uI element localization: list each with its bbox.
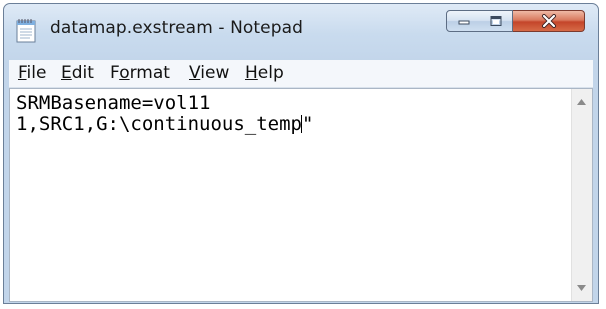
scroll-down-arrow-icon[interactable] xyxy=(577,285,586,291)
text-line-2: 1,SRC1,G:\continuous_temp" xyxy=(16,113,314,135)
notepad-window: datamap.exstream - Notepad File Edit For… xyxy=(3,3,599,304)
menu-bar: File Edit Format View Help xyxy=(9,60,593,88)
window-title: datamap.exstream - Notepad xyxy=(50,18,304,38)
scroll-up-arrow-icon[interactable] xyxy=(577,99,586,105)
maximize-icon xyxy=(490,16,502,26)
menu-view[interactable]: View xyxy=(189,63,229,83)
text-line-1: SRMBasename=vol11 xyxy=(16,92,211,114)
minimize-button[interactable] xyxy=(446,10,481,32)
menu-file[interactable]: File xyxy=(18,63,46,83)
text-editor[interactable]: SRMBasename=vol11 1,SRC1,G:\continuous_t… xyxy=(9,88,593,302)
close-icon xyxy=(541,14,556,28)
menu-format[interactable]: Format xyxy=(110,63,170,83)
menu-edit[interactable]: Edit xyxy=(61,63,94,83)
editor-text[interactable]: SRMBasename=vol11 1,SRC1,G:\continuous_t… xyxy=(16,93,313,135)
menu-help[interactable]: Help xyxy=(245,63,284,83)
close-button[interactable] xyxy=(513,10,585,32)
minimize-icon xyxy=(458,20,469,25)
maximize-button[interactable] xyxy=(480,10,513,32)
title-bar[interactable]: datamap.exstream - Notepad xyxy=(4,4,598,56)
notepad-icon[interactable] xyxy=(16,18,37,43)
vertical-scrollbar[interactable] xyxy=(571,89,592,301)
